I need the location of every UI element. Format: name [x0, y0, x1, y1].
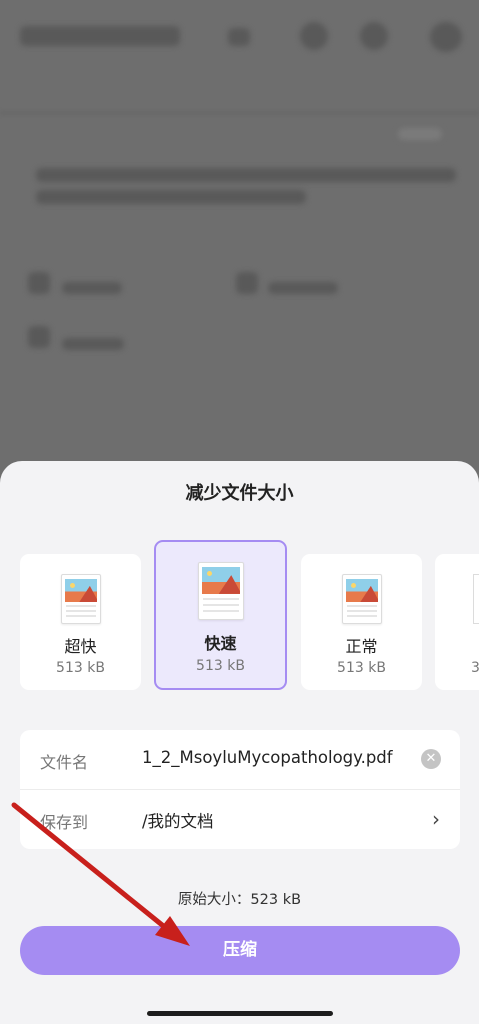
sheet-title: 减少文件大小: [185, 483, 294, 504]
option-size: 513 kB: [337, 660, 386, 676]
blurred-toolbar-icon: [360, 22, 388, 50]
document-thumbnail-icon: [60, 574, 101, 624]
filename-label: 文件名: [40, 753, 89, 772]
document-thumbnail-icon: [473, 574, 479, 624]
compress-button[interactable]: 压缩: [20, 926, 460, 975]
save-to-label: 保存到: [40, 813, 89, 832]
blurred-text: [36, 168, 456, 182]
option-size: 3: [471, 660, 479, 676]
option-label: 正常: [345, 637, 378, 656]
blurred-icon: [28, 272, 50, 294]
file-form: 文件名 1_2_MsoyluMycopathology.pdf ✕ 保存到 /我…: [20, 730, 460, 849]
original-size-text: 原始大小：523 kB: [177, 892, 302, 908]
option-card-partial[interactable]: 3: [435, 554, 479, 690]
blurred-toolbar-title: [20, 26, 180, 46]
option-card-ultrafast[interactable]: 超快 513 kB: [20, 554, 141, 690]
document-thumbnail-icon: [341, 574, 382, 624]
document-thumbnail-icon: [197, 562, 244, 620]
blurred-divider: [0, 112, 479, 114]
option-card-fast[interactable]: 快速 513 kB: [154, 540, 287, 690]
blurred-text: [62, 338, 124, 350]
save-to-value: /我的文档: [142, 812, 214, 831]
option-label: 超快: [64, 637, 97, 656]
blurred-toolbar-icon: [430, 22, 462, 52]
reduce-file-size-sheet: 减少文件大小 超快 513 kB 快速 513 kB 正常 513 kB 3 文…: [0, 461, 479, 1024]
blurred-toolbar-icon: [228, 28, 250, 46]
blurred-text: [268, 282, 338, 294]
option-card-normal[interactable]: 正常 513 kB: [301, 554, 422, 690]
blurred-toolbar-icon: [300, 22, 328, 50]
blurred-icon: [236, 272, 258, 294]
option-label: 快速: [204, 634, 237, 653]
filename-field[interactable]: 1_2_MsoyluMycopathology.pdf: [142, 748, 393, 767]
background-app: [0, 0, 479, 470]
chevron-right-icon: ›: [432, 807, 440, 831]
blurred-text: [62, 282, 122, 294]
blurred-text: [36, 190, 306, 204]
home-indicator: [147, 1011, 333, 1016]
save-to-row[interactable]: 保存到 /我的文档 ›: [20, 790, 460, 849]
blurred-icon: [28, 326, 50, 348]
filename-row: 文件名 1_2_MsoyluMycopathology.pdf ✕: [20, 730, 460, 790]
blurred-text: [398, 128, 442, 140]
option-size: 513 kB: [196, 658, 245, 674]
option-size: 513 kB: [56, 660, 105, 676]
close-circle-icon[interactable]: ✕: [421, 749, 441, 769]
